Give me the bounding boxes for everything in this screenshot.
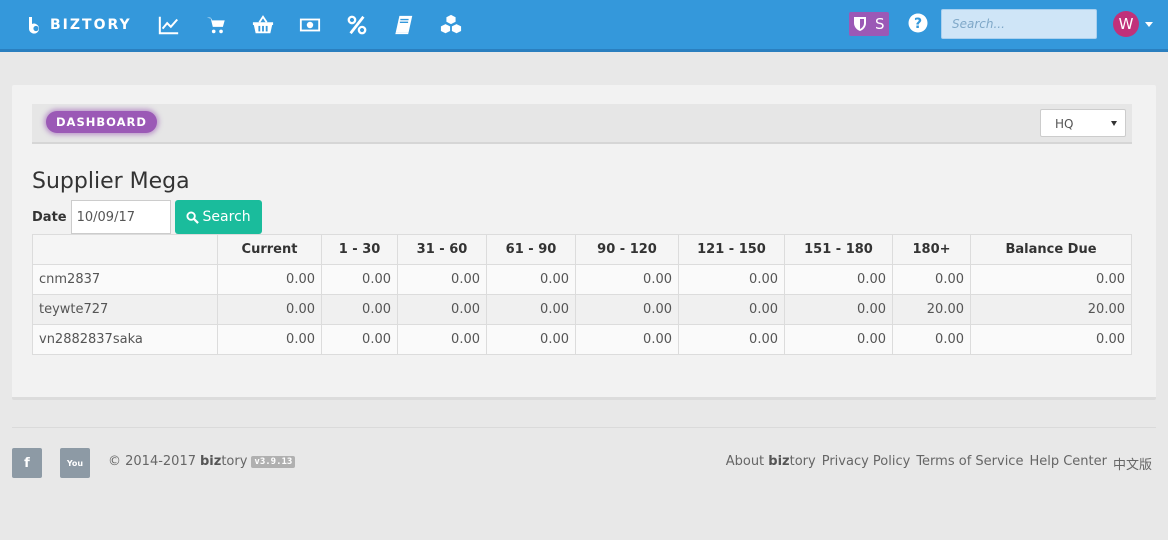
cell-balance-due: 0.00 <box>970 324 1132 355</box>
cell-180-plus: 0.00 <box>892 324 971 355</box>
cell-31-60: 0.00 <box>397 294 487 325</box>
column-header-supplier <box>32 234 218 265</box>
cell-180-plus: 20.00 <box>892 294 971 325</box>
cubes-icon[interactable] <box>438 12 464 38</box>
table-row: teywte727 0.00 0.00 0.00 0.00 0.00 0.00 … <box>32 294 1132 325</box>
youtube-icon[interactable]: You <box>60 448 90 478</box>
search-button[interactable]: Search <box>174 200 262 234</box>
search-button-label: Search <box>202 209 251 225</box>
help-icon[interactable]: ? <box>908 13 928 33</box>
date-input[interactable] <box>70 200 171 234</box>
column-header-31-60: 31 - 60 <box>397 234 487 265</box>
column-header-90-120: 90 - 120 <box>575 234 679 265</box>
cell-balance-due: 0.00 <box>970 264 1132 295</box>
main-nav <box>156 12 485 38</box>
cell-current: 0.00 <box>217 294 322 325</box>
brand-name: BIZTORY <box>50 17 132 33</box>
footer-link-about[interactable]: About biztory <box>726 454 816 473</box>
supplier-code: cnm2837 <box>32 264 218 295</box>
global-search-input[interactable] <box>941 9 1097 39</box>
column-header-balance-due: Balance Due <box>970 234 1132 265</box>
cell-121-150: 0.00 <box>678 264 785 295</box>
caret-down-icon[interactable] <box>1145 22 1153 27</box>
copyright-brand-rest: tory <box>221 454 248 469</box>
basket-icon[interactable] <box>250 12 276 38</box>
table-row: cnm2837 0.00 0.00 0.00 0.00 0.00 0.00 0.… <box>32 264 1132 295</box>
footer-link-help[interactable]: Help Center <box>1029 454 1107 473</box>
cell-31-60: 0.00 <box>397 324 487 355</box>
shield-icon <box>854 17 866 31</box>
supplier-code: teywte727 <box>32 294 218 325</box>
cell-1-30: 0.00 <box>321 264 398 295</box>
footer-links: About biztory Privacy Policy Terms of Se… <box>720 454 1152 473</box>
user-avatar[interactable]: W <box>1113 11 1139 37</box>
column-header-1-30: 1 - 30 <box>321 234 398 265</box>
footer-link-privacy[interactable]: Privacy Policy <box>822 454 911 473</box>
cell-current: 0.00 <box>217 264 322 295</box>
supplier-code: vn2882837saka <box>32 324 218 355</box>
table-header-row: Current 1 - 30 31 - 60 61 - 90 90 - 120 … <box>32 234 1132 265</box>
column-header-151-180: 151 - 180 <box>784 234 893 265</box>
money-icon[interactable] <box>297 12 323 38</box>
cart-icon[interactable] <box>203 12 229 38</box>
about-brand-rest: tory <box>789 454 816 469</box>
brand-logo[interactable]: BIZTORY <box>26 15 132 35</box>
cell-151-180: 0.00 <box>784 294 893 325</box>
footer-link-chinese[interactable]: 中文版 <box>1113 454 1152 473</box>
select-caret-icon <box>1111 121 1117 126</box>
cell-90-120: 0.00 <box>575 264 679 295</box>
cell-121-150: 0.00 <box>678 324 785 355</box>
aging-table: Current 1 - 30 31 - 60 61 - 90 90 - 120 … <box>32 234 1132 355</box>
column-header-121-150: 121 - 150 <box>678 234 785 265</box>
percent-icon[interactable] <box>344 12 370 38</box>
facebook-icon[interactable]: f <box>12 448 42 478</box>
cell-61-90: 0.00 <box>486 324 576 355</box>
search-icon <box>186 210 199 224</box>
cell-31-60: 0.00 <box>397 264 487 295</box>
breadcrumb: DASHBOARD HQ <box>32 104 1132 144</box>
security-badge-letter: S <box>875 15 885 33</box>
about-brand-bold: biz <box>768 454 790 469</box>
about-prefix: About <box>725 454 765 469</box>
copyright-brand-bold: biz <box>200 454 222 469</box>
date-filter: Date Search <box>32 200 262 234</box>
cell-balance-due: 20.00 <box>970 294 1132 325</box>
branch-select-value: HQ <box>1055 117 1074 131</box>
copyright: © 2014-2017 biz tory v3.9.13 <box>108 454 296 469</box>
cell-current: 0.00 <box>217 324 322 355</box>
chart-line-icon[interactable] <box>156 12 182 38</box>
version-badge: v3.9.13 <box>251 455 296 468</box>
cell-90-120: 0.00 <box>575 324 679 355</box>
top-navbar: BIZTORY S ? W <box>0 0 1168 52</box>
cell-151-180: 0.00 <box>784 264 893 295</box>
cell-1-30: 0.00 <box>321 294 398 325</box>
cell-180-plus: 0.00 <box>892 264 971 295</box>
column-header-61-90: 61 - 90 <box>486 234 576 265</box>
footer-divider <box>12 427 1156 428</box>
copyright-years: © 2014-2017 <box>108 454 196 469</box>
content-panel: DASHBOARD HQ Supplier Mega Date Search C… <box>12 85 1156 400</box>
table-row: vn2882837saka 0.00 0.00 0.00 0.00 0.00 0… <box>32 324 1132 355</box>
column-header-current: Current <box>217 234 322 265</box>
book-icon[interactable] <box>391 12 417 38</box>
biztory-logo-icon <box>28 17 39 34</box>
cell-61-90: 0.00 <box>486 264 576 295</box>
cell-1-30: 0.00 <box>321 324 398 355</box>
branch-select[interactable]: HQ <box>1040 109 1126 137</box>
cell-61-90: 0.00 <box>486 294 576 325</box>
page-title: Supplier Mega <box>32 169 190 194</box>
breadcrumb-dashboard[interactable]: DASHBOARD <box>46 111 157 133</box>
date-label: Date <box>32 209 67 225</box>
cell-90-120: 0.00 <box>575 294 679 325</box>
cell-121-150: 0.00 <box>678 294 785 325</box>
column-header-180-plus: 180+ <box>892 234 971 265</box>
security-badge[interactable]: S <box>849 12 889 36</box>
footer-link-terms[interactable]: Terms of Service <box>916 454 1023 473</box>
svg-text:?: ? <box>914 16 922 32</box>
cell-151-180: 0.00 <box>784 324 893 355</box>
